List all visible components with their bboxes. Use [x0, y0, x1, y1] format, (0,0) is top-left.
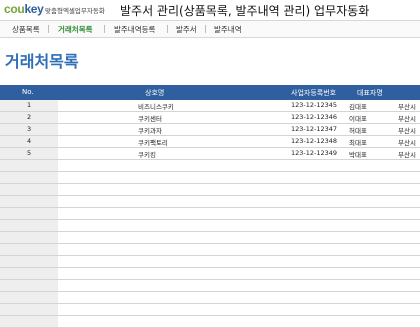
row-number-cell-bg: [0, 256, 58, 267]
cell-representative: 이대표: [349, 115, 367, 123]
empty-table-row[interactable]: [0, 256, 420, 268]
cell-company-name: 쿠키센터: [138, 115, 162, 123]
cell-no: 3: [27, 125, 32, 133]
cell-address: 부산시: [398, 115, 416, 123]
empty-table-row[interactable]: [0, 292, 420, 304]
column-header-company: 상호명: [145, 89, 165, 97]
cell-biz-number: 123-12-12349: [291, 149, 338, 157]
cell-company-name: 쿠키킹: [138, 151, 156, 159]
cell-address: 부산시: [398, 103, 416, 111]
logo-text-primary: cou: [4, 2, 25, 16]
column-header-biz-number: 사업자등록번호: [291, 89, 337, 97]
cell-no: 4: [27, 137, 32, 145]
app-title: 발주서 관리(상품목록, 발주내역 관리) 업무자동화: [120, 4, 370, 18]
nav-divider: [48, 25, 49, 33]
nav-item-products[interactable]: 상품목록: [12, 24, 40, 35]
logo-tagline: 맞춤형엑셀업무자동화: [45, 7, 105, 15]
empty-table-row[interactable]: [0, 244, 420, 256]
cell-address: 부산시: [398, 139, 416, 147]
cell-company-name: 쿠키과자: [138, 127, 162, 135]
row-number-cell-bg: [0, 292, 58, 303]
empty-table-row[interactable]: [0, 184, 420, 196]
row-number-cell-bg: [0, 304, 58, 315]
cell-no: 5: [27, 149, 32, 157]
cell-no: 1: [27, 101, 32, 109]
empty-table-row[interactable]: [0, 316, 420, 328]
cell-representative: 박대표: [349, 151, 367, 159]
cell-biz-number: 123-12-12348: [291, 137, 338, 145]
table-body: 1 비즈니스쿠키 123-12-12345 김대표 부산시 2 쿠키센터 123-12-123…: [0, 100, 420, 328]
cell-address: 부산시: [398, 127, 416, 135]
empty-table-row[interactable]: [0, 304, 420, 316]
nav-divider: [205, 25, 206, 33]
cell-representative: 최대표: [349, 139, 367, 147]
table-row[interactable]: 4 쿠키팩토리 123-12-12348 최대표 부산시: [0, 136, 420, 148]
table-row[interactable]: 1 비즈니스쿠키 123-12-12345 김대표 부산시: [0, 100, 420, 112]
table-row[interactable]: 5 쿠키킹 123-12-12349 박대표 부산시: [0, 148, 420, 160]
row-number-cell-bg: [0, 268, 58, 279]
empty-table-row[interactable]: [0, 172, 420, 184]
nav-item-clients[interactable]: 거래처목록: [58, 24, 93, 35]
cell-biz-number: 123-12-12346: [291, 113, 338, 121]
cell-company-name: 비즈니스쿠키: [138, 103, 174, 111]
empty-table-row[interactable]: [0, 160, 420, 172]
logo-text-secondary: key: [24, 2, 44, 16]
cell-company-name: 쿠키팩토리: [138, 139, 168, 147]
column-header-representative: 대표자명: [357, 89, 383, 97]
row-number-cell-bg: [0, 280, 58, 291]
row-number-cell-bg: [0, 232, 58, 243]
nav-item-purchase-order[interactable]: 발주서: [176, 24, 197, 35]
top-bar: coukey 맞춤형엑셀업무자동화 발주서 관리(상품목록, 발주내역 관리) …: [0, 0, 420, 19]
table-row[interactable]: 3 쿠키과자 123-12-12347 허대표 부산시: [0, 124, 420, 136]
row-number-cell-bg: [0, 244, 58, 255]
empty-table-row[interactable]: [0, 280, 420, 292]
cell-biz-number: 123-12-12345: [291, 101, 338, 109]
nav-item-order-entry[interactable]: 발주내역등록: [114, 24, 155, 35]
nav-divider: [167, 25, 168, 33]
row-number-cell-bg: [0, 184, 58, 195]
cell-no: 2: [27, 113, 32, 121]
column-header-no: No.: [22, 88, 34, 96]
cell-representative: 김대표: [349, 103, 367, 111]
row-number-cell-bg: [0, 160, 58, 171]
empty-table-row[interactable]: [0, 208, 420, 220]
empty-table-row[interactable]: [0, 220, 420, 232]
table-header: No. 상호명 사업자등록번호 대표자명: [0, 85, 420, 100]
nav-item-order-history[interactable]: 발주내역: [214, 24, 242, 35]
row-number-cell-bg: [0, 172, 58, 183]
nav-bar: 상품목록 거래처목록 발주내역등록 발주서 발주내역: [0, 20, 420, 38]
nav-divider: [104, 25, 105, 33]
cell-biz-number: 123-12-12347: [291, 125, 338, 133]
empty-table-row[interactable]: [0, 196, 420, 208]
empty-table-row[interactable]: [0, 268, 420, 280]
row-number-cell-bg: [0, 196, 58, 207]
empty-table-row[interactable]: [0, 232, 420, 244]
table-row[interactable]: 2 쿠키센터 123-12-12346 이대표 부산시: [0, 112, 420, 124]
row-number-cell-bg: [0, 208, 58, 219]
page-title: 거래처목록: [5, 52, 79, 71]
coukey-logo[interactable]: coukey: [4, 2, 44, 16]
cell-address: 부산시: [398, 151, 416, 159]
row-number-cell-bg: [0, 220, 58, 231]
row-number-cell-bg: [0, 316, 58, 327]
cell-representative: 허대표: [349, 127, 367, 135]
